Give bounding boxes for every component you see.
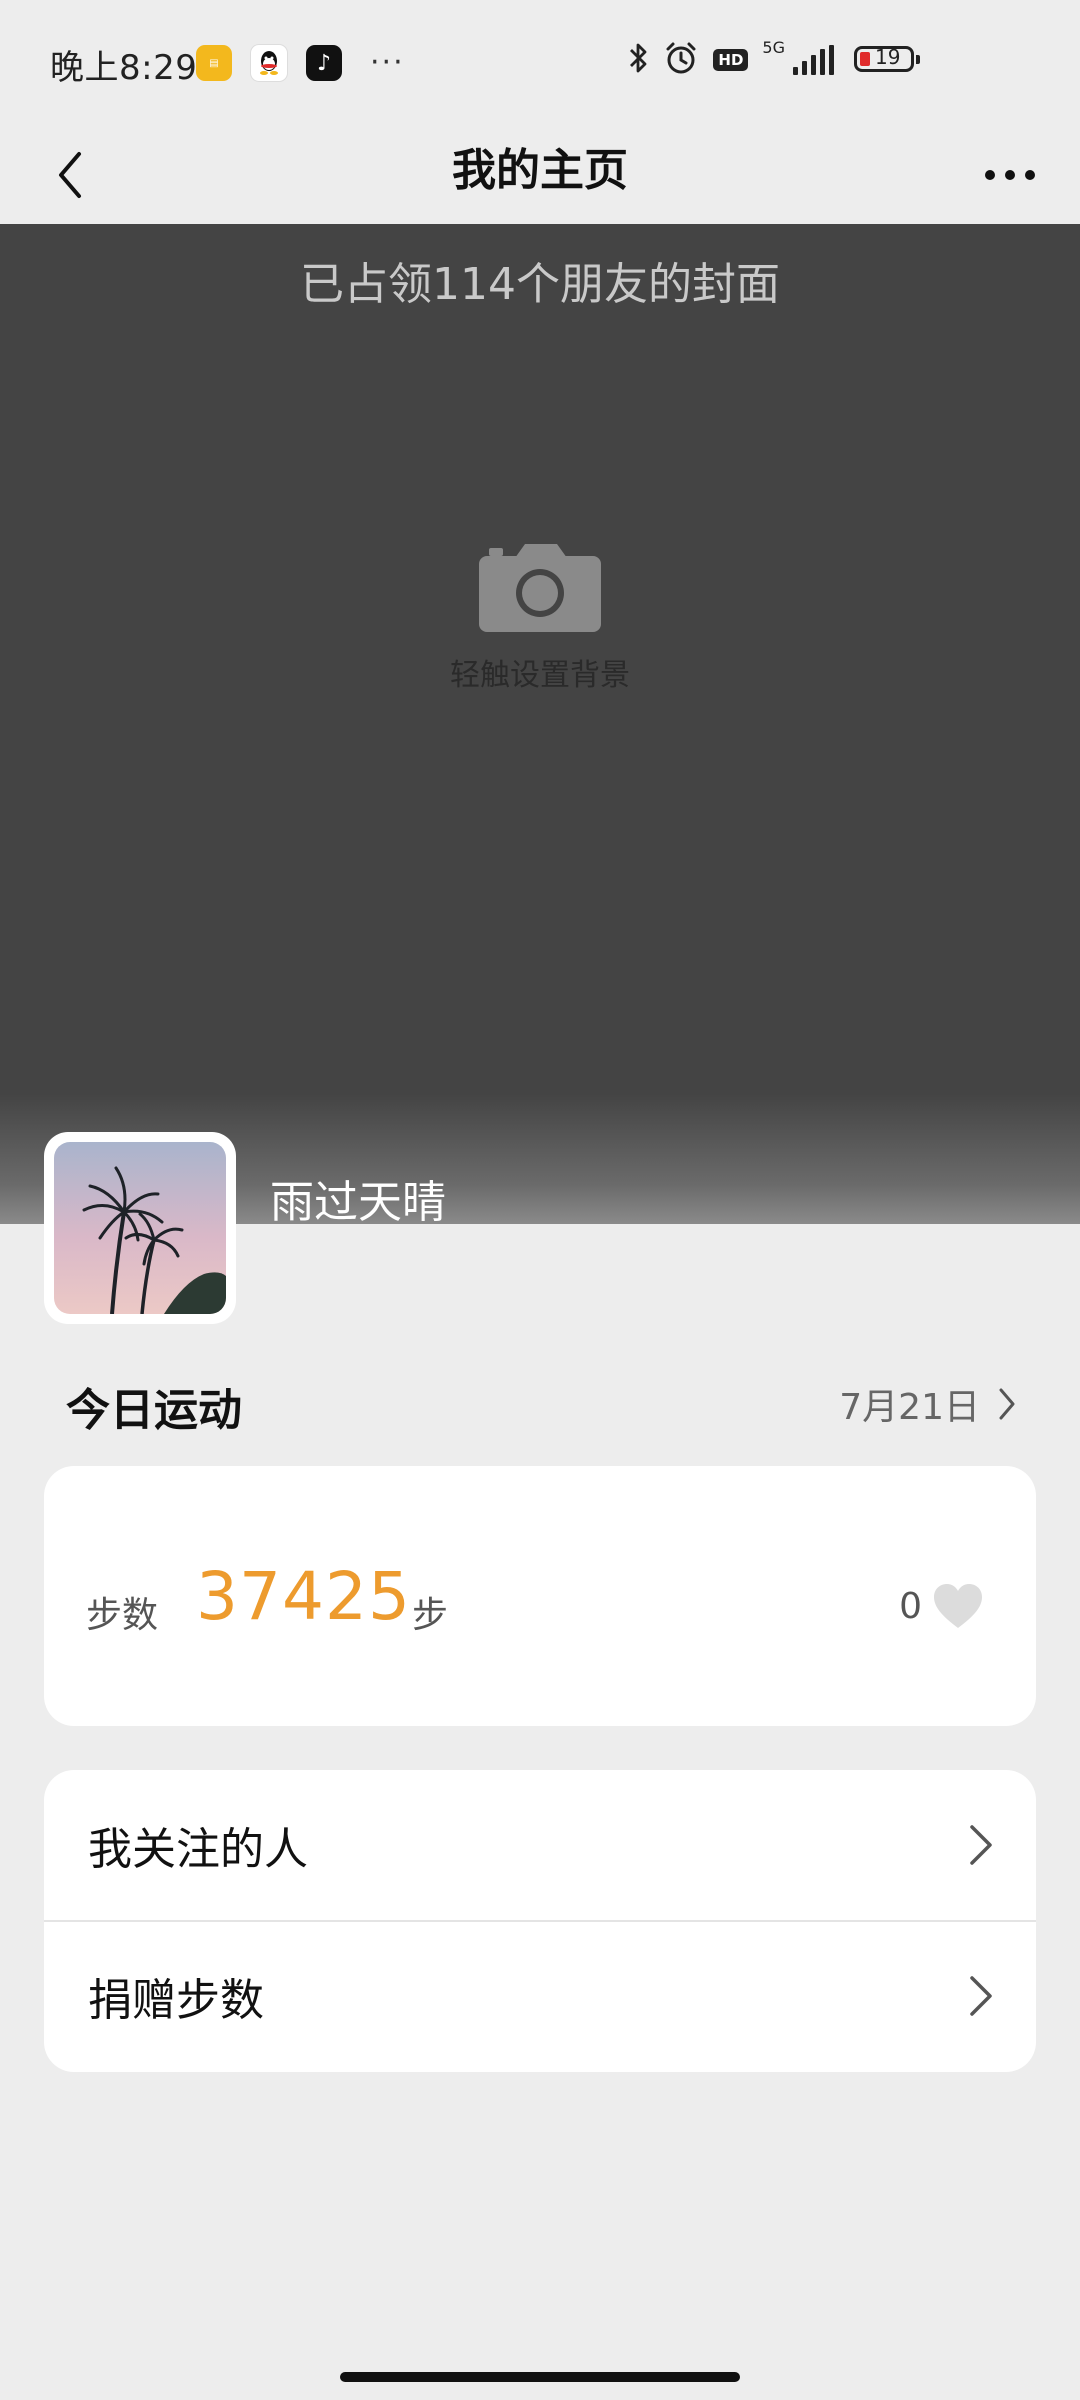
home-indicator[interactable] [340,2372,740,2382]
more-options-button[interactable] [972,140,1048,210]
system-status-icons: HD 5G [627,40,834,80]
battery-fill [860,52,870,66]
chevron-right-icon [970,1976,992,2016]
set-background-button[interactable]: 轻触设置背景 [420,540,660,694]
yellow-app-icon: ▤ [196,45,232,81]
steps-value: 37425 [196,1558,411,1635]
bluetooth-icon [627,41,649,79]
status-bar: 晚上8:29 ▤ ♪ ··· HD 5G 19 [0,0,1080,126]
menu-item-label: 我关注的人 [88,1824,308,1875]
set-background-label: 轻触设置背景 [450,658,630,693]
signal-strength-icon [793,45,834,75]
like-count: 0 [899,1586,922,1627]
today-sport-title: 今日运动 [66,1385,242,1436]
avatar-image [54,1142,226,1314]
notification-icons: ▤ ♪ ··· [196,44,405,82]
menu-card: 我关注的人 捐赠步数 [44,1770,1036,2072]
like-button[interactable] [932,1582,984,1630]
more-dots-icon [985,170,995,180]
status-time: 晚上8:29 [50,48,198,88]
username: 雨过天晴 [270,1177,446,1228]
date-label: 7月21日 [839,1387,980,1428]
more-notifications-icon: ··· [370,45,405,80]
menu-item-donate-steps[interactable]: 捐赠步数 [44,1920,1036,2070]
battery-icon: 19 [854,45,920,72]
battery-level: 19 [875,45,901,69]
steps-card[interactable]: 步数 37425 步 0 [44,1466,1036,1726]
tiktok-icon: ♪ [306,45,342,81]
steps-label: 步数 [86,1595,159,1636]
top-nav-bar: 我的主页 [0,126,1080,224]
qq-icon [250,44,288,82]
network-type-label: 5G [762,38,785,57]
steps-unit: 步 [412,1595,449,1636]
cover-image-area[interactable]: 已占领114个朋友的封面 轻触设置背景 [0,224,1080,1224]
heart-icon [934,1584,982,1628]
page-title: 我的主页 [452,145,628,196]
alarm-icon [663,40,699,80]
chevron-right-icon [970,1825,992,1865]
chevron-right-icon [999,1388,1015,1420]
date-selector[interactable]: 7月21日 [839,1378,1016,1430]
camera-icon [479,544,601,632]
menu-item-following[interactable]: 我关注的人 [44,1770,1036,1920]
hd-badge: HD [713,49,749,71]
avatar[interactable] [44,1132,236,1324]
cover-caption: 已占领114个朋友的封面 [300,259,780,310]
menu-item-label: 捐赠步数 [88,1975,264,2026]
